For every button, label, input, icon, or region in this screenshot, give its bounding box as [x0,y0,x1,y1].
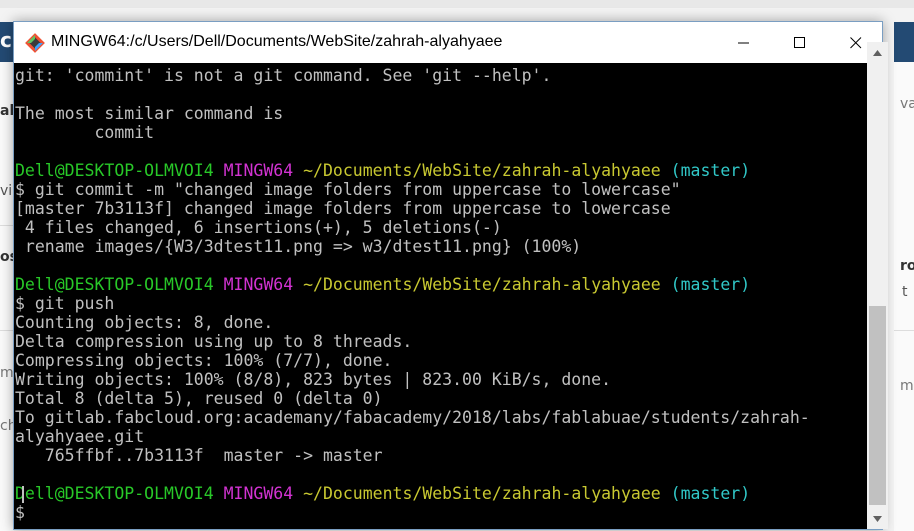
terminal-text: MINGW64 [223,161,304,180]
terminal-text: ~/Documents/WebSite/zahrah-alyahyaee [303,484,671,503]
git-bash-icon [25,33,45,53]
terminal-text: Dell@DESKTOP-OLMVOI4 [15,484,224,503]
terminal-line: Compressing objects: 100% (7/7), done. [15,351,393,370]
terminal-text: To gitlab.fabcloud.org:academany/fabacad… [15,408,810,427]
scroll-down-button[interactable] [867,508,888,529]
terminal-text: The most similar command is [15,104,284,123]
text-cursor [22,486,24,503]
terminal-text: ~/Documents/WebSite/zahrah-alyahyaee [303,161,671,180]
terminal-text: Total 8 (delta 5), reused 0 (delta 0) [15,389,383,408]
background-top-bar [0,0,914,8]
terminal-text: git: 'commint' is not a git command. See… [15,66,552,85]
terminal-text: $ git commit -m "changed image folders f… [15,180,681,199]
background-divider [894,330,914,331]
minimize-button[interactable] [721,22,767,63]
terminal-text: Delta compression using up to 8 threads. [15,332,413,351]
minimize-icon [738,42,749,43]
terminal-text: Counting objects: 8, done. [15,313,274,332]
terminal-output[interactable]: git: 'commint' is not a git command. See… [14,63,882,529]
background-text: m [0,365,14,381]
terminal-line: $ git push [15,294,114,313]
terminal-line: Dell@DESKTOP-OLMVOI4 MINGW64 ~/Documents… [15,484,750,503]
maximize-icon [794,36,805,48]
close-icon [850,36,862,48]
terminal-line: rename images/{W3/3dtest11.png => w3/dte… [15,237,581,256]
background-text: t [902,284,908,300]
terminal-line: alyahyaee.git [15,427,144,446]
terminal-text: MINGW64 [223,275,304,294]
terminal-text: commit [15,123,155,142]
terminal-text: Writing objects: 100% (8/8), 823 bytes |… [15,370,612,389]
background-text: ro [900,258,914,274]
background-left-column [0,62,14,531]
terminal-text: alyahyaee.git [15,427,145,446]
terminal-line: $ git commit -m "changed image folders f… [15,180,681,199]
background-text: va [900,96,914,112]
terminal-text: $ [15,503,35,522]
terminal-line: [master 7b3113f] changed image folders f… [15,199,671,218]
terminal-text: ~/Documents/WebSite/zahrah-alyahyaee [303,275,671,294]
terminal-text: (master) [670,484,751,503]
terminal-line: Total 8 (delta 5), reused 0 (delta 0) [15,389,383,408]
terminal-line: To gitlab.fabcloud.org:academany/fabacad… [15,408,810,427]
terminal-line: commit [15,123,154,142]
window-title: MINGW64:/c/Users/Dell/Documents/WebSite/… [51,33,503,50]
vertical-scrollbar[interactable] [867,42,888,529]
terminal-line: 765ffbf..7b3113f master -> master [15,446,383,465]
background-divider [0,225,14,226]
terminal-text: MINGW64 [223,484,304,503]
background-text: vi [0,183,13,199]
scrollbar-thumb[interactable] [869,306,886,505]
terminal-text: Compressing objects: 100% (7/7), done. [15,351,393,370]
terminal-line: $ [15,503,35,522]
terminal-window[interactable]: MINGW64:/c/Users/Dell/Documents/WebSite/… [13,21,883,530]
triangle-down-icon [873,515,882,522]
background-header-right [894,22,914,62]
terminal-line: 4 files changed, 6 insertions(+), 5 dele… [15,218,502,237]
terminal-text: rename images/{W3/3dtest11.png => w3/dte… [15,237,582,256]
terminal-area[interactable]: git: 'commint' is not a git command. See… [14,63,882,529]
terminal-line: Writing objects: 100% (8/8), 823 bytes |… [15,370,611,389]
title-bar[interactable]: MINGW64:/c/Users/Dell/Documents/WebSite/… [14,22,882,63]
terminal-text: (master) [670,275,751,294]
terminal-text: $ git push [15,294,115,313]
terminal-line: Dell@DESKTOP-OLMVOI4 MINGW64 ~/Documents… [15,275,750,294]
triangle-up-icon [873,49,882,56]
terminal-text: Dell@DESKTOP-OLMVOI4 [15,275,224,294]
background-divider [0,330,14,331]
terminal-text: 765ffbf..7b3113f master -> master [15,446,383,465]
maximize-button[interactable] [777,22,823,63]
terminal-line: Delta compression using up to 8 threads. [15,332,412,351]
terminal-text: [master 7b3113f] changed image folders f… [15,199,671,218]
terminal-text: (master) [670,161,751,180]
terminal-text: Dell@DESKTOP-OLMVOI4 [15,161,224,180]
terminal-line: The most similar command is [15,104,283,123]
terminal-line: Counting objects: 8, done. [15,313,273,332]
terminal-line: Dell@DESKTOP-OLMVOI4 MINGW64 ~/Documents… [15,161,750,180]
terminal-line: git: 'commint' is not a git command. See… [15,66,551,85]
background-text: m [900,378,914,394]
scroll-up-button[interactable] [867,42,888,63]
terminal-text: 4 files changed, 6 insertions(+), 5 dele… [15,218,502,237]
